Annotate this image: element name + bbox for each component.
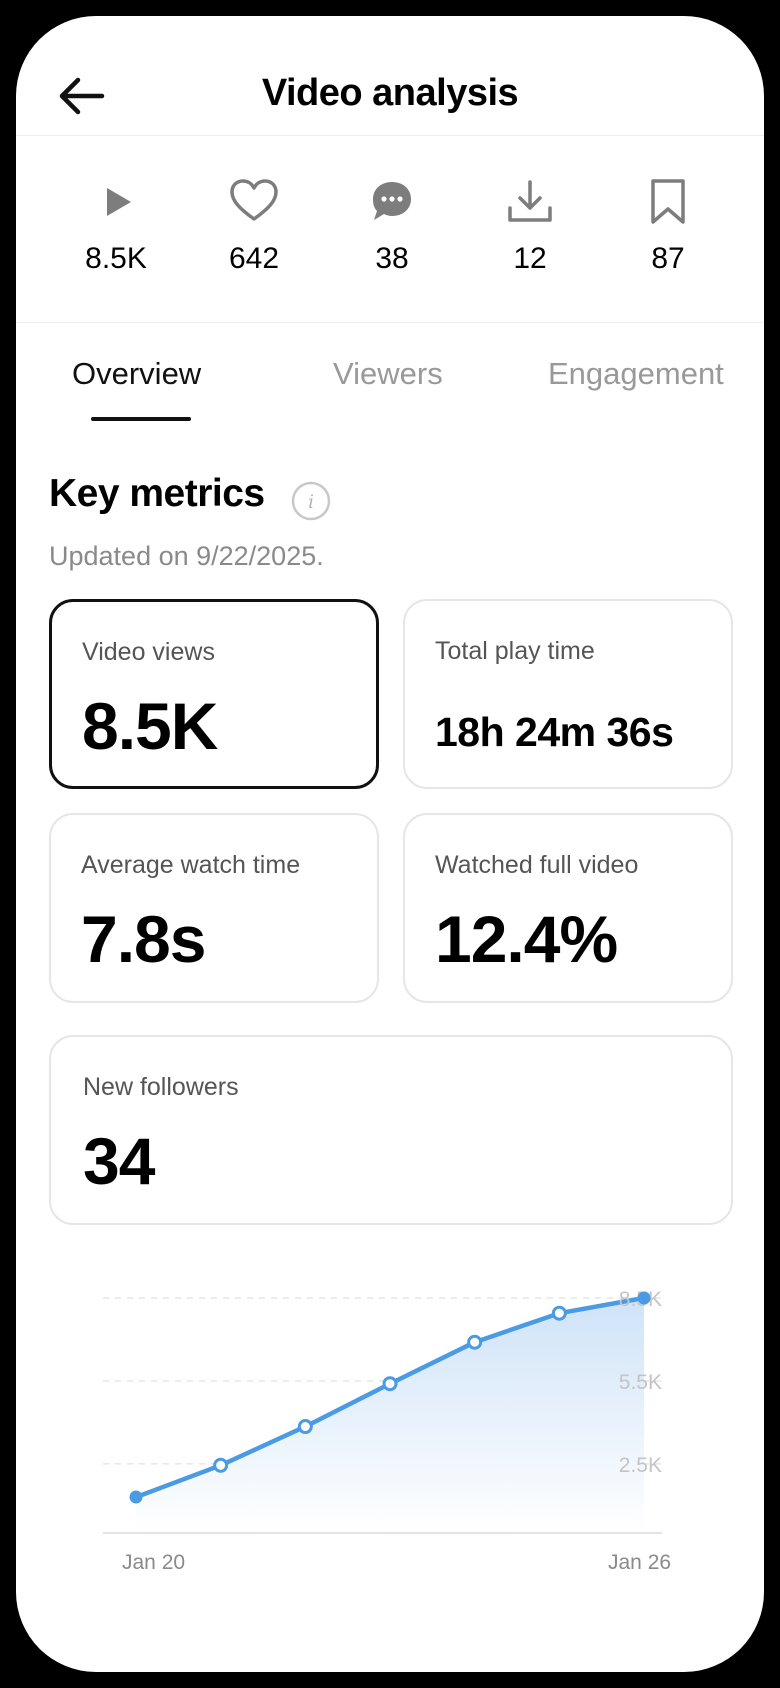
x-tick-label: Jan 26 (608, 1551, 671, 1574)
comment-icon (373, 182, 411, 220)
metric-value: 8.5K (82, 689, 218, 763)
heart-icon (230, 179, 278, 221)
tab-engagement[interactable]: Engagement (548, 356, 724, 392)
tab-viewers[interactable]: Viewers (333, 356, 443, 392)
metric-label: Video views (82, 638, 215, 666)
data-point[interactable] (213, 1457, 229, 1473)
metric-label: Average watch time (81, 851, 301, 879)
metric-card-watched-full-video[interactable]: Watched full video 12.4% (403, 813, 733, 1003)
section-title: Key metrics (49, 472, 265, 515)
y-tick-label: 5.5K (619, 1371, 662, 1394)
stat-saves: 87 (608, 176, 728, 276)
stat-downloads-value: 12 (513, 242, 547, 275)
metric-value: 34 (83, 1124, 155, 1198)
phone-screen: Video analysis 8.5K 642 38 12 87 Overvie… (16, 16, 764, 1672)
tab-indicator (91, 417, 191, 421)
stat-likes: 642 (194, 176, 314, 276)
stat-comments-value: 38 (375, 242, 409, 275)
metric-value: 18h 24m 36s (435, 709, 674, 755)
metric-card-total-play-time[interactable]: Total play time 18h 24m 36s (403, 599, 733, 789)
metric-value: 12.4% (435, 902, 618, 976)
views-chart: 8.5K5.5K2.5K Jan 20 Jan 26 (16, 1251, 764, 1591)
updated-text: Updated on 9/22/2025. (49, 541, 324, 571)
info-icon[interactable]: i (291, 481, 331, 521)
metric-label: Total play time (435, 637, 595, 665)
metric-card-new-followers[interactable]: New followers 34 (49, 1035, 733, 1225)
data-point[interactable] (382, 1376, 398, 1392)
stat-likes-value: 642 (228, 242, 280, 275)
chart-area (136, 1298, 644, 1533)
stat-plays: 8.5K (56, 176, 176, 276)
header-divider (16, 135, 764, 136)
metric-label: Watched full video (435, 851, 639, 879)
metric-value: 7.8s (81, 902, 206, 976)
data-point[interactable] (467, 1334, 483, 1350)
y-tick-label: 2.5K (619, 1454, 662, 1477)
stat-downloads: 12 (470, 176, 590, 276)
x-tick-label: Jan 20 (122, 1551, 185, 1574)
data-point[interactable] (129, 1490, 143, 1504)
download-icon (508, 180, 552, 222)
metric-card-average-watch-time[interactable]: Average watch time 7.8s (49, 813, 379, 1003)
views-chart-svg: 8.5K5.5K2.5K Jan 20 Jan 26 (103, 1288, 671, 1574)
data-point[interactable] (551, 1305, 567, 1321)
stat-plays-value: 8.5K (85, 242, 147, 275)
page-title: Video analysis (261, 72, 519, 114)
stat-saves-value: 87 (651, 242, 685, 275)
play-icon (107, 188, 131, 216)
stats-divider (16, 322, 764, 323)
header: Video analysis (16, 16, 764, 136)
svg-text:i: i (308, 491, 314, 513)
metric-card-video-views[interactable]: Video views 8.5K (49, 599, 379, 789)
metric-label: New followers (83, 1073, 239, 1101)
stat-comments: 38 (332, 176, 452, 276)
bookmark-icon (651, 179, 685, 224)
data-point[interactable] (297, 1419, 313, 1435)
tab-bar: Overview Viewers Engagement (16, 336, 764, 436)
stats-row: 8.5K 642 38 12 87 (16, 176, 764, 316)
data-point[interactable] (637, 1291, 651, 1305)
tab-overview[interactable]: Overview (72, 356, 201, 392)
